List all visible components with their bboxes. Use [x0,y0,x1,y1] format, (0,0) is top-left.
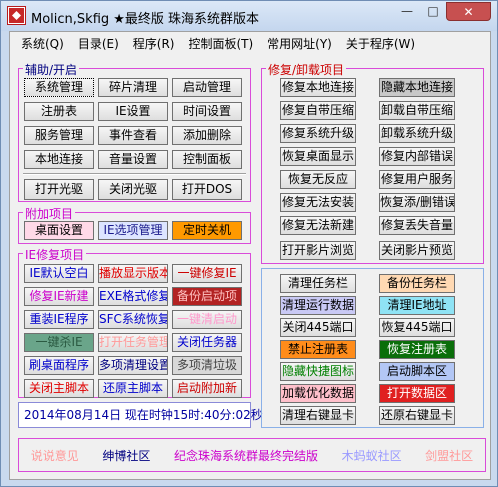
recover-add-remove-error-button[interactable]: 恢复添/删错误 [379,193,455,212]
hide-local-connection-button[interactable]: 隐藏本地连接 [379,78,455,97]
control-panel-button[interactable]: 控制面板 [172,150,242,169]
uninstall-system-update-button[interactable]: 卸载系统升级 [379,124,455,143]
open-task-manager-button[interactable]: 打开任务管理 [98,333,168,352]
fix-builtin-zip-button[interactable]: 修复自带压缩 [280,101,356,120]
close-button[interactable]: ✕ [446,2,491,21]
close-task-manager-button[interactable]: 关闭任务器 [172,333,242,352]
repair-group-title: 修复/卸载项目 [266,61,347,78]
community-links: 说说意见 绅博社区 纪念珠海系统群最终完结版 木蚂蚁社区 剑盟社区 [18,438,486,472]
startup-manage-button[interactable]: 启动管理 [172,78,242,97]
menu-urls[interactable]: 常用网址(Y) [260,32,339,53]
event-viewer-button[interactable]: 事件查看 [98,126,168,145]
clean-ie-address-button[interactable]: 清理IE地址 [379,296,455,315]
defrag-button[interactable]: 碎片清理 [98,78,168,97]
time-settings-button[interactable]: 时间设置 [172,102,242,121]
fix-ie-new-button[interactable]: 修复IE新建 [24,287,94,306]
menu-bar: 系统(Q) 目录(E) 程序(R) 控制面板(T) 常用网址(Y) 关于程序(W… [10,32,490,53]
multi-clean-junk-button[interactable]: 多项清垃圾 [172,356,242,375]
backup-taskbar-button[interactable]: 备份任务栏 [379,274,455,293]
assist-group: 辅助/开启 系统管理 碎片清理 启动管理 注册表 IE设置 时间设置 服务管理 … [18,61,251,202]
sfc-restore-button[interactable]: SFC系统恢复 [98,310,168,329]
fix-cannot-create-button[interactable]: 修复无法新建 [280,216,356,235]
client-area: 系统(Q) 目录(E) 程序(R) 控制面板(T) 常用网址(Y) 关于程序(W… [9,31,491,480]
menu-control-panel[interactable]: 控制面板(T) [181,32,260,53]
fix-local-connection-button[interactable]: 修复本地连接 [280,78,356,97]
fix-missing-volume-button[interactable]: 修复丢失音量 [379,216,455,235]
close-port-445-button[interactable]: 关闭445端口 [280,318,356,337]
restore-main-script-button[interactable]: 还原主脚本 [98,379,168,398]
close-video-preview-button[interactable]: 关闭影片预览 [379,241,455,260]
refresh-desktop-button[interactable]: 刷桌面程序 [24,356,94,375]
fix-cannot-install-button[interactable]: 修复无法安装 [280,193,356,212]
menu-about[interactable]: 关于程序(W) [339,32,422,53]
desktop-settings-button[interactable]: 桌面设置 [24,221,94,240]
ie-options-button[interactable]: IE选项管理 [98,221,168,240]
hide-shortcut-icons-button[interactable]: 隐藏快捷图标 [280,362,356,381]
maximize-button[interactable]: □ [420,2,446,21]
add-remove-button[interactable]: 添加删除 [172,126,242,145]
load-optimize-data-button[interactable]: 加载优化数据 [280,384,356,403]
ie-default-blank-button[interactable]: IE默认空白 [24,264,94,283]
clean-taskbar-button[interactable]: 清理任务栏 [280,274,356,293]
timed-shutdown-button[interactable]: 定时关机 [172,221,242,240]
restore-rightclick-display-button[interactable]: 还原右键显卡 [379,406,455,425]
clean-run-data-button[interactable]: 清理运行数据 [280,296,356,315]
play-version-button[interactable]: 播放显示版本 [98,264,168,283]
app-logo-icon [8,7,25,24]
startup-script-area-button[interactable]: 启动脚本区 [379,362,455,381]
ie-repair-group-title: IE修复项目 [23,246,87,263]
reinstall-ie-button[interactable]: 重装IE程序 [24,310,94,329]
restore-registry-button[interactable]: 恢复注册表 [379,340,455,359]
extra-group: 附加项目 桌面设置 IE选项管理 定时关机 [18,205,251,244]
close-main-script-button[interactable]: 关闭主脚本 [24,379,94,398]
one-click-clear-startup-button[interactable]: 一键清启动 [172,310,242,329]
recover-no-response-button[interactable]: 恢复无反应 [280,170,356,189]
ie-repair-group: IE修复项目 IE默认空白 播放显示版本 一键修复IE 修复IE新建 EXE格式… [18,246,251,398]
zhuhai-memorial-link[interactable]: 纪念珠海系统群最终完结版 [174,447,318,464]
clean-rightclick-display-button[interactable]: 清理右键显卡 [280,406,356,425]
startup-addon-button[interactable]: 启动附加新 [172,379,242,398]
menu-system[interactable]: 系统(Q) [14,32,71,53]
local-connection-button[interactable]: 本地连接 [24,150,94,169]
assist-group-title: 辅助/开启 [23,61,80,78]
clock-status: 2014年08月14日 现在时钟15时:40分:02秒 [18,402,263,428]
restore-desktop-display-button[interactable]: 恢复桌面显示 [280,147,356,166]
app-window: Molicn,Skfig ★最终版 珠海系统群版本 — □ ✕ 系统(Q) 目录… [0,0,498,487]
open-cdrom-button[interactable]: 打开光驱 [24,179,94,200]
one-click-fix-ie-button[interactable]: 一键修复IE [172,264,242,283]
feedback-link[interactable]: 说说意见 [31,447,79,464]
close-cdrom-button[interactable]: 关闭光驱 [98,179,168,200]
jianmeng-community-link[interactable]: 剑盟社区 [425,447,473,464]
fix-system-update-button[interactable]: 修复系统升级 [280,124,356,143]
disable-registry-button[interactable]: 禁止注册表 [280,340,356,359]
volume-settings-button[interactable]: 音量设置 [98,150,168,169]
tools-group: 清理任务栏 备份任务栏 清理运行数据 清理IE地址 关闭445端口 恢复445端… [261,268,484,428]
repair-group: 修复/卸载项目 修复本地连接 隐藏本地连接 修复自带压缩 卸载自带压缩 修复系统… [261,61,484,264]
minimize-button[interactable]: — [394,2,420,21]
ie-settings-button[interactable]: IE设置 [98,102,168,121]
exe-format-fix-button[interactable]: EXE格式修复 [98,287,168,306]
open-data-area-button[interactable]: 打开数据区 [379,384,455,403]
extra-group-title: 附加项目 [23,205,76,222]
mumayi-community-link[interactable]: 木蚂蚁社区 [342,447,402,464]
shenbo-community-link[interactable]: 绅博社区 [102,447,150,464]
backup-startup-button[interactable]: 备份启动项 [172,287,242,306]
registry-button[interactable]: 注册表 [24,102,94,121]
services-button[interactable]: 服务管理 [24,126,94,145]
menu-directory[interactable]: 目录(E) [71,32,126,53]
open-dos-button[interactable]: 打开DOS [172,179,242,200]
system-manage-button[interactable]: 系统管理 [24,78,94,97]
open-video-browse-button[interactable]: 打开影片浏览 [280,241,356,260]
assist-divider [23,173,246,175]
uninstall-builtin-zip-button[interactable]: 卸载自带压缩 [379,101,455,120]
one-click-kill-ie-button[interactable]: 一键杀IE [24,333,94,352]
multi-clean-settings-button[interactable]: 多项清理设置 [98,356,168,375]
fix-user-service-button[interactable]: 修复用户服务 [379,170,455,189]
fix-internal-error-button[interactable]: 修复内部错误 [379,147,455,166]
title-bar[interactable]: Molicn,Skfig ★最终版 珠海系统群版本 — □ ✕ [1,1,497,31]
menu-program[interactable]: 程序(R) [126,32,182,53]
restore-port-445-button[interactable]: 恢复445端口 [379,318,455,337]
window-title: Molicn,Skfig ★最终版 珠海系统群版本 [31,12,260,27]
